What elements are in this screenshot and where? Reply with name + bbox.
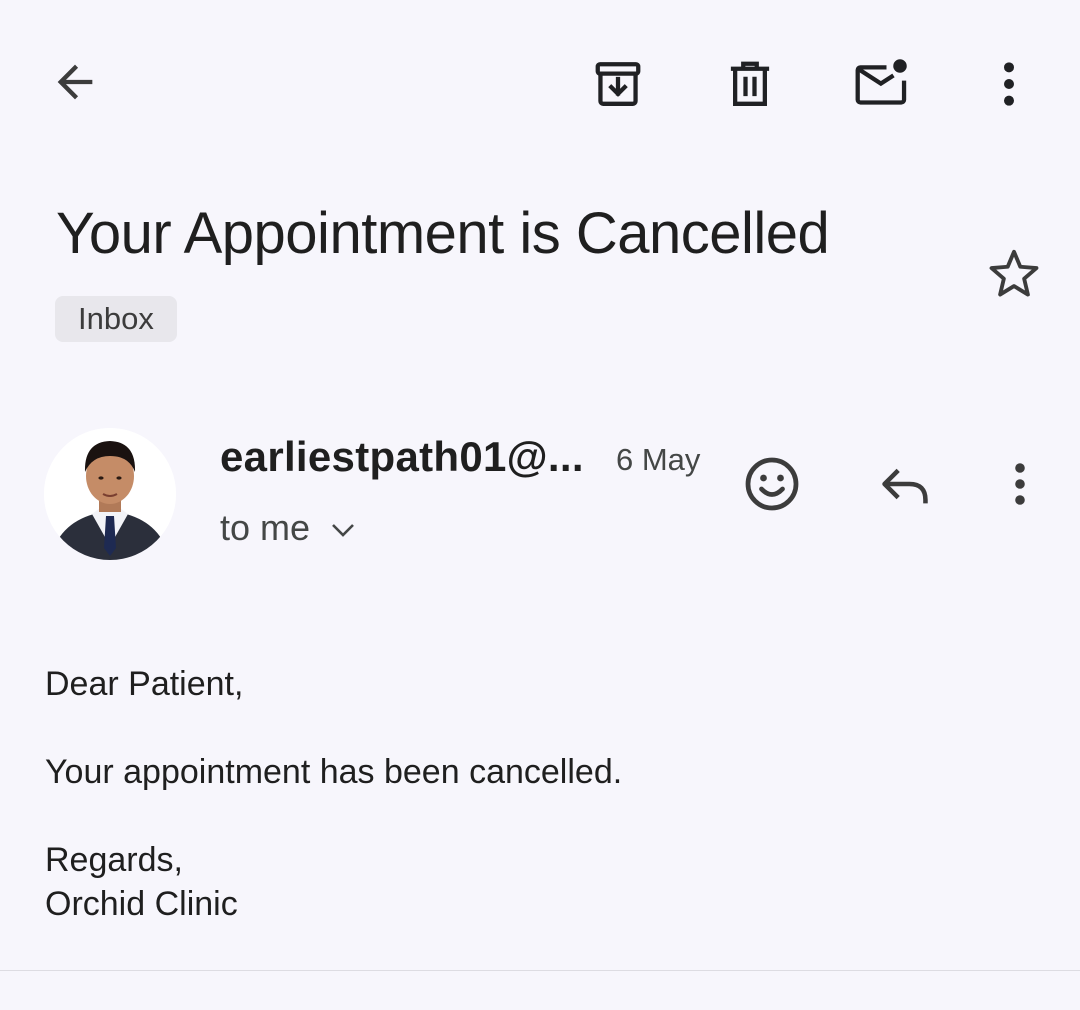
reply-icon (882, 468, 928, 504)
star-outline-icon (989, 249, 1039, 297)
archive-button[interactable] (584, 50, 652, 118)
mark-unread-button[interactable] (848, 50, 916, 118)
body-closing: Regards, (45, 841, 183, 879)
mark-unread-icon (855, 59, 907, 105)
recipient-label: to me (220, 507, 311, 548)
message-more-options-button[interactable] (992, 448, 1048, 520)
star-button[interactable] (982, 242, 1046, 306)
divider (0, 970, 1080, 971)
trash-icon (730, 61, 770, 106)
email-date: 6 May (616, 442, 701, 477)
recipient-details-toggle[interactable]: to me (220, 505, 356, 551)
delete-button[interactable] (716, 50, 784, 118)
avatar-photo (44, 428, 176, 560)
more-options-button[interactable] (980, 50, 1038, 118)
add-reaction-icon (745, 457, 799, 511)
more-vert-icon (1015, 463, 1025, 505)
email-view: Your Appointment is Cancelled Inbox earl… (0, 0, 1080, 1010)
sender-address[interactable]: earliestpath01@... (220, 432, 592, 482)
email-subject: Your Appointment is Cancelled (56, 201, 830, 266)
archive-icon (595, 62, 641, 106)
arrow-back-icon (57, 64, 93, 100)
label-chip-inbox[interactable]: Inbox (55, 296, 177, 342)
chevron-down-icon (332, 524, 354, 537)
add-reaction-button[interactable] (736, 448, 808, 520)
more-vert-icon (1004, 62, 1014, 106)
reply-button[interactable] (870, 452, 940, 516)
body-greeting: Dear Patient, (45, 665, 244, 703)
body-message: Your appointment has been cancelled. (45, 753, 623, 791)
sender-avatar[interactable] (44, 428, 176, 560)
body-signature: Orchid Clinic (45, 885, 238, 923)
email-body: Dear Patient, Your appointment has been … (45, 662, 1035, 926)
back-button[interactable] (40, 50, 110, 114)
